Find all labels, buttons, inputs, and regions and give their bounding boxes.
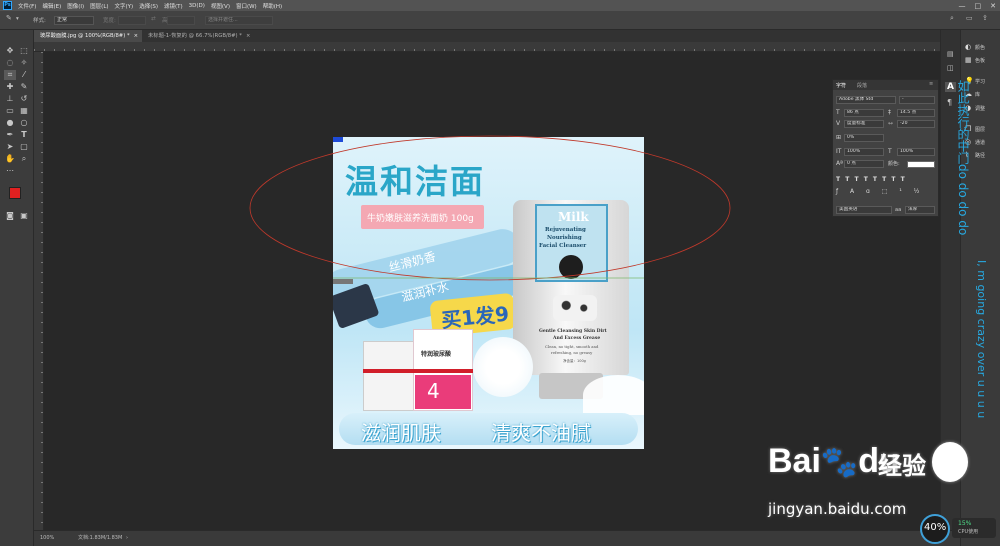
tsume-input[interactable]: 0% [844,134,884,142]
status-bar: 100% 文档:1.83M/1.83M › [34,530,960,546]
color-icon: ◐ [965,43,972,51]
tracking-input[interactable]: -20 [897,120,935,128]
horizontal-scale-input[interactable]: 100% [897,148,935,156]
zoom-level[interactable]: 100% [40,531,54,546]
color-label: 颜色: [888,161,900,167]
kerning-icon: V [836,120,841,127]
panel-color[interactable]: ◐ 颜色 [965,43,985,52]
baseline-icon: Aª [836,160,843,167]
vertical-scale-icon: IT [836,148,842,155]
baidu-watermark: Bai🐾du 经验 jingyan.baidu.com [750,428,968,528]
tracking-icon: ⇿ [888,120,894,127]
kerning-input[interactable]: 度量标准 [844,120,884,128]
watermark-brand-left: Bai [768,442,821,480]
ellipse-selection [249,135,731,281]
watermark-brand-cn: 经验 [878,452,926,480]
cpu-ring-percent: 40% [924,522,947,533]
document-size: 文档:1.83M/1.83M [78,535,123,541]
font-size-input[interactable]: 86 点 [844,109,884,117]
font-size-icon: T [836,109,840,116]
anti-alias-icon: aa [895,207,902,213]
properties-panel-icon[interactable]: ◫ [947,64,954,72]
side-text-1: 如此执行的中门do do do do [956,80,970,236]
vertical-scale-input[interactable]: 100% [844,148,884,156]
cpu-label: CPU使用 [958,529,979,535]
text-color-swatch[interactable] [907,161,935,168]
side-text-2: I, m going crazy over u u u u [975,260,988,419]
leading-input[interactable]: 14.5 点 [897,109,935,117]
scale-icon: ⊞ [836,134,842,141]
history-panel-icon[interactable]: ▤ [947,50,954,58]
opentype-buttons[interactable]: ƒ A ɑ ⬚ ¹ ½ [836,188,936,198]
status-arrow-icon[interactable]: › [126,531,128,546]
tab-paragraph[interactable]: 段落 [857,82,867,89]
mascot-icon [932,442,968,482]
horizontal-scale-icon: T [888,148,892,155]
watermark-url: jingyan.baidu.com [768,500,907,518]
text-style-buttons[interactable]: TTTTTTTT [836,176,936,186]
anti-alias-select[interactable]: 浑厚 [905,206,935,214]
paw-icon: 🐾 [820,446,859,479]
leading-icon: ‡ [888,109,891,116]
swatches-icon: ▦ [965,56,972,64]
panel-swatches[interactable]: ▦ 色板 [965,56,985,65]
baseline-input[interactable]: 0 点 [844,160,884,168]
font-style-select[interactable]: - [899,96,935,104]
character-panel: 字符 段落 ≡ Adobe 黑体 Std - T 86 点 ‡ 14.5 点 V… [832,79,939,217]
language-select[interactable]: 美国英语 [836,206,892,214]
character-panel-tabs: 字符 段落 ≡ [833,80,938,90]
panel-menu-icon[interactable]: ≡ [929,81,933,87]
layer-bound-marker [333,137,343,142]
tab-character[interactable]: 字符 [836,82,846,89]
cpu-monitor-widget: 40% 15% CPU使用 [918,514,998,544]
layer-bound-marker-2 [333,279,353,284]
paragraph-panel-icon[interactable]: ¶ [947,98,952,107]
font-family-select[interactable]: Adobe 黑体 Std [836,96,896,104]
cpu-percent: 15% [958,520,972,527]
